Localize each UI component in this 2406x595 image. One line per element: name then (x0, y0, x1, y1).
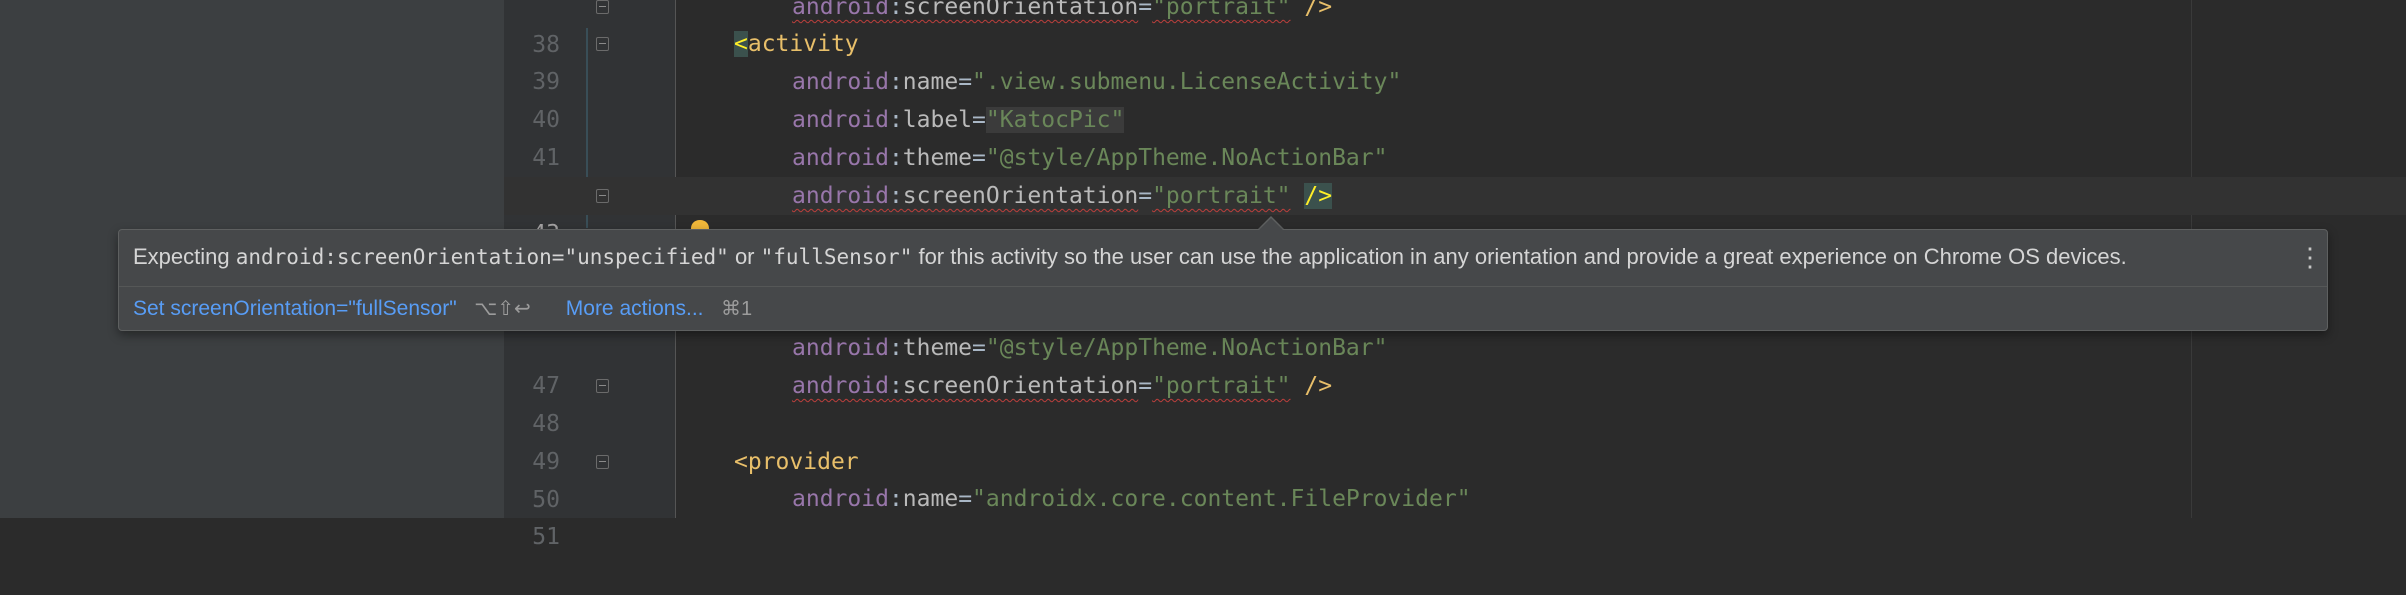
fold-marker-icon[interactable] (596, 379, 609, 393)
inspection-popup: Expecting android:screenOrientation="uns… (118, 229, 2328, 331)
code-text: android:label="KatocPic" (792, 107, 1125, 133)
more-vertical-icon[interactable]: ⋮ (2297, 242, 2323, 272)
quick-fix-shortcut: ⌥⇧↩ (474, 298, 531, 320)
quick-fix-link[interactable]: Set screenOrientation="fullSensor" (133, 297, 457, 320)
code-text: android:screenOrientation="portrait" /> (792, 0, 1333, 20)
lightbulb-icon[interactable] (633, 180, 710, 246)
code-text: android:screenOrientation="portrait" /> (792, 183, 1333, 209)
popup-divider (119, 286, 2327, 287)
code-line[interactable]: 47 android:theme="@style/AppTheme.NoActi… (504, 329, 2406, 399)
line-number: 51 (532, 524, 560, 550)
code-line[interactable]: 49 (504, 405, 2406, 475)
more-actions-shortcut: ⌘1 (721, 298, 753, 320)
fold-marker-icon[interactable] (596, 37, 609, 51)
code-line[interactable]: 41 android:label="KatocPic" (504, 101, 2406, 171)
code-line[interactable]: 50 <provider (504, 443, 2406, 513)
code-line-current[interactable]: 43 android:screenOrientation="portrait" … (504, 177, 2406, 247)
code-text: android:name="androidx.core.content.File… (792, 486, 1471, 512)
code-text: android:screenOrientation="portrait" /> (792, 373, 1333, 399)
fold-marker-icon[interactable] (596, 455, 609, 469)
fold-marker-icon[interactable] (596, 189, 609, 203)
code-text: <provider (734, 449, 859, 475)
more-actions-link[interactable]: More actions... (566, 297, 704, 320)
code-line[interactable]: 48 android:screenOrientation="portrait" … (504, 367, 2406, 437)
inspection-message: Expecting android:screenOrientation="uns… (133, 244, 2127, 269)
code-text: <activity (734, 31, 859, 57)
code-text: android:theme="@style/AppTheme.NoActionB… (792, 335, 1388, 361)
code-line[interactable]: 39 <activity (504, 25, 2406, 95)
code-line[interactable]: 38 android:screenOrientation="portrait" … (504, 0, 2406, 58)
code-text: android:name=".view.submenu.LicenseActiv… (792, 69, 1402, 95)
fold-marker-icon[interactable] (596, 0, 609, 14)
popup-actions: Set screenOrientation="fullSensor" ⌥⇧↩ M… (133, 294, 752, 324)
popup-pointer-fill (1259, 218, 1283, 230)
code-line[interactable]: 40 android:name=".view.submenu.LicenseAc… (504, 63, 2406, 133)
code-line[interactable]: 51 android:name="androidx.core.content.F… (504, 480, 2406, 550)
code-text: android:theme="@style/AppTheme.NoActionB… (792, 145, 1388, 171)
code-line[interactable]: 42 android:theme="@style/AppTheme.NoActi… (504, 139, 2406, 209)
